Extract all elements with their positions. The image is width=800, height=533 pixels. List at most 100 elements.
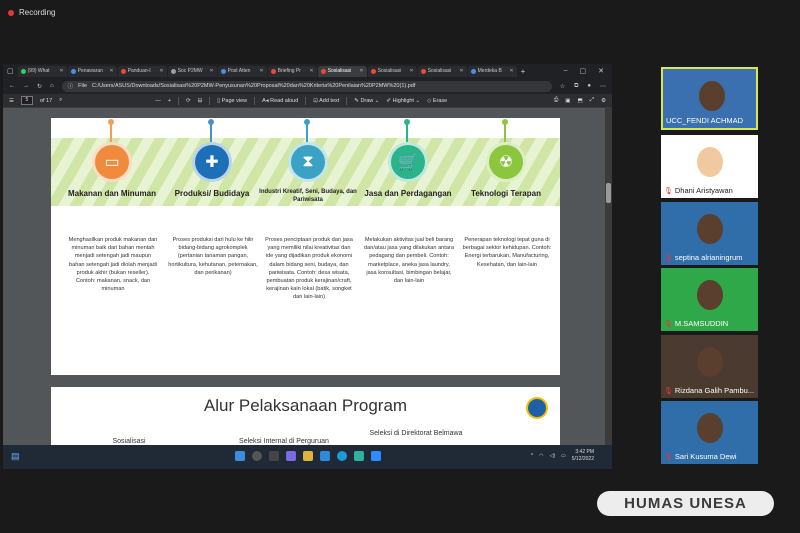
tab-label: Sosialisasi [427, 68, 452, 74]
reload-icon[interactable]: ↻ [37, 83, 42, 90]
search-icon[interactable]: ⌕ [59, 97, 62, 104]
zoom-out-icon[interactable]: — [155, 98, 161, 104]
browser-tab[interactable]: Post Atten ✕ [217, 65, 267, 77]
category-icon: ☢ [486, 142, 526, 182]
collections-icon[interactable]: ⧉ [574, 83, 578, 90]
add-text-label: Add text [319, 97, 340, 104]
close-tab-icon[interactable]: ✕ [59, 68, 63, 74]
browser-tab[interactable]: Soc P2MW ✕ [167, 65, 217, 77]
participant-tile[interactable]: UCC_FENDI ACHMAD [661, 67, 758, 130]
tab-favicon-icon [420, 68, 426, 74]
category-icon: 🛒 [388, 142, 428, 182]
pin-marker [304, 119, 310, 142]
edge-icon[interactable] [337, 451, 347, 461]
highlight-button[interactable]: ✐ Highlight ⌄ [386, 98, 420, 104]
contents-icon[interactable]: ☰ [9, 98, 14, 104]
save-icon[interactable]: ▣ [565, 98, 570, 104]
browser-tab[interactable]: Penawaran ✕ [67, 65, 117, 77]
fit-page-icon[interactable]: ⊟ [198, 98, 203, 104]
rotate-icon[interactable]: ⟳ [186, 98, 191, 104]
close-tab-icon[interactable]: ✕ [309, 68, 313, 74]
participant-name: 🎙 septina alrianingrum [664, 253, 743, 262]
task-view-icon[interactable] [269, 451, 279, 461]
mic-muted-icon: 🎙 [664, 187, 673, 195]
settings-icon[interactable]: ⚙ [601, 98, 606, 104]
scroll-thumb[interactable] [606, 183, 611, 203]
tab-label: Soc P2MW [177, 68, 203, 74]
close-tab-icon[interactable]: ✕ [109, 68, 113, 74]
new-tab-button[interactable]: + [521, 67, 526, 76]
file-explorer-icon[interactable] [303, 451, 313, 461]
read-aloud-button[interactable]: A◂ Read aloud [262, 98, 298, 104]
mail-icon[interactable] [320, 451, 330, 461]
clock-time: 3:42 PM [575, 449, 594, 455]
close-tab-icon[interactable]: ✕ [209, 68, 213, 74]
participant-avatar [697, 347, 723, 377]
highlight-label: Highlight [392, 97, 414, 104]
pdf-viewer[interactable]: ▭ Makanan dan Minuman Menghasilkan produ… [3, 108, 612, 445]
participant-avatar [697, 413, 723, 443]
url-text: C:/Users/ASUS/Downloads/Sosialisasi%20P2… [92, 83, 416, 89]
pdf-page-categories: ▭ Makanan dan Minuman Menghasilkan produ… [51, 118, 560, 375]
recording-indicator: Recording [8, 8, 55, 17]
divider [254, 96, 256, 105]
store-icon[interactable] [354, 451, 364, 461]
participant-tile[interactable]: 🎙 Dhani Aristyawan [661, 135, 758, 198]
battery-icon[interactable]: ▭ [561, 453, 566, 459]
page-view-button[interactable]: ▯ Page view [217, 98, 247, 104]
chevron-up-icon[interactable]: ^ [531, 453, 533, 459]
browser-tab[interactable]: Sosialisasi ✕ [367, 65, 417, 77]
category-description: Proses penciptaan produk dan jasa yang m… [265, 237, 353, 301]
browser-tab[interactable]: Briefing Pr ✕ [267, 65, 317, 77]
start-icon[interactable] [235, 451, 245, 461]
participant-tile[interactable]: 🎙 Sari Kusuma Dewi [661, 401, 758, 464]
more-icon[interactable]: ⋯ [600, 83, 606, 90]
volume-icon[interactable]: ◁) [550, 453, 556, 459]
draw-button[interactable]: ✎ Draw ⌄ [354, 98, 379, 104]
search-taskbar-icon[interactable] [252, 451, 262, 461]
favorite-icon[interactable]: ☆ [560, 83, 565, 90]
participant-tile[interactable]: 🎙 M.SAMSUDDIN [661, 268, 758, 331]
clock[interactable]: 3:42 PM 5/12/2022 [572, 449, 594, 463]
chat-icon[interactable] [286, 451, 296, 461]
tab-favicon-icon [320, 68, 326, 74]
forward-icon[interactable]: → [23, 83, 29, 89]
browser-tab[interactable]: Sosialisasi ✕ [317, 65, 367, 77]
back-icon[interactable]: ← [9, 83, 15, 89]
participant-tile[interactable]: 🎙 septina alrianingrum [661, 202, 758, 265]
flow-title: Alur Pelaksanaan Program [203, 396, 408, 415]
participant-avatar [697, 147, 723, 177]
address-field[interactable]: ⓘ File C:/Users/ASUS/Downloads/Sosialisa… [61, 80, 552, 92]
close-tab-icon[interactable]: ✕ [159, 68, 163, 74]
minimize-button[interactable]: – [564, 67, 568, 75]
participant-name: UCC_FENDI ACHMAD [666, 116, 744, 125]
browser-tab[interactable]: (99) What ✕ [17, 65, 67, 77]
profile-avatar[interactable]: ● [587, 83, 591, 90]
zoom-app-icon[interactable] [371, 451, 381, 461]
browser-tab[interactable]: Merdeka B ✕ [467, 65, 517, 77]
close-tab-icon[interactable]: ✕ [459, 68, 463, 74]
fullscreen-icon[interactable]: ⤢ [590, 97, 594, 104]
browser-tab[interactable]: Sosialisasi ✕ [417, 65, 467, 77]
scrollbar[interactable] [605, 108, 612, 445]
participant-tile[interactable]: 🎙 Rizdana Galih Pambu... [661, 335, 758, 398]
erase-button[interactable]: ◇ Erase [427, 98, 447, 104]
tab-favicon-icon [170, 68, 176, 74]
maximize-button[interactable]: ▢ [580, 67, 587, 75]
close-tab-icon[interactable]: ✕ [509, 68, 513, 74]
wifi-icon[interactable]: ◠ [539, 453, 543, 459]
zoom-in-icon[interactable]: + [168, 98, 171, 104]
close-tab-icon[interactable]: ✕ [259, 68, 263, 74]
add-text-button[interactable]: ⊡ Add text [313, 98, 339, 104]
clock-date: 5/12/2022 [571, 456, 594, 462]
close-tab-icon[interactable]: ✕ [359, 68, 363, 74]
tab-actions-icon[interactable]: ▢ [7, 67, 14, 75]
page-number-input[interactable]: 5 [20, 96, 33, 105]
close-window-button[interactable]: ✕ [598, 67, 604, 75]
widgets-icon[interactable]: ▤ [11, 451, 20, 462]
save-as-icon[interactable]: ⬒ [577, 98, 582, 104]
close-tab-icon[interactable]: ✕ [409, 68, 413, 74]
browser-tab[interactable]: Panduan-I ✕ [117, 65, 167, 77]
home-icon[interactable]: ⌂ [50, 83, 54, 89]
print-icon[interactable]: ⎙ [554, 97, 558, 104]
